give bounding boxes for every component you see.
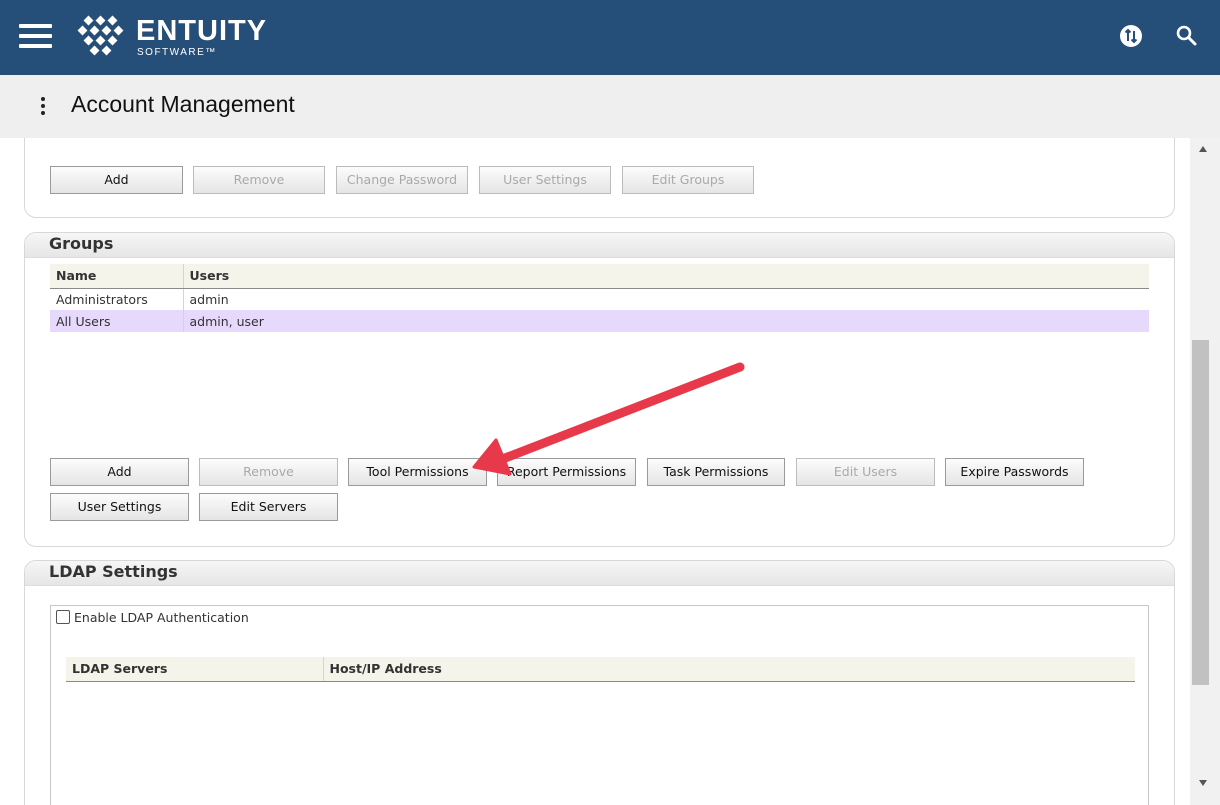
enable-ldap-checkbox[interactable] xyxy=(56,610,70,624)
group-name: All Users xyxy=(50,310,183,332)
groups-remove-button[interactable]: Remove xyxy=(199,458,338,486)
report-permissions-button[interactable]: Report Permissions xyxy=(497,458,636,486)
ldap-title: LDAP Settings xyxy=(25,561,1174,586)
brand-subtitle: SOFTWARE™ xyxy=(137,47,217,58)
enable-ldap-label: Enable LDAP Authentication xyxy=(74,610,249,625)
vertical-scrollbar[interactable] xyxy=(1190,138,1220,805)
column-header-ldap-servers[interactable]: LDAP Servers xyxy=(66,657,323,682)
column-header-users[interactable]: Users xyxy=(182,264,1149,289)
ldap-servers-table: LDAP Servers Host/IP Address xyxy=(66,657,1135,682)
top-header: ENTUITY SOFTWARE™ xyxy=(0,0,1220,75)
groups-panel: Groups Name Users Administrators admin A… xyxy=(24,232,1175,547)
sync-icon[interactable] xyxy=(1119,24,1143,48)
search-icon[interactable] xyxy=(1175,24,1199,48)
ldap-settings-box: Enable LDAP Authentication LDAP Servers … xyxy=(50,605,1149,805)
group-users: admin, user xyxy=(182,310,1149,332)
expire-passwords-button[interactable]: Expire Passwords xyxy=(945,458,1084,486)
page-title: Account Management xyxy=(71,91,295,117)
groups-add-button[interactable]: Add xyxy=(50,458,189,486)
scroll-up-arrow-icon[interactable] xyxy=(1199,146,1207,152)
ldap-panel: LDAP Settings Enable LDAP Authentication… xyxy=(24,560,1175,805)
tool-permissions-button[interactable]: Tool Permissions xyxy=(348,458,487,486)
scrollbar-thumb[interactable] xyxy=(1192,340,1209,685)
column-header-host-ip[interactable]: Host/IP Address xyxy=(322,657,1135,682)
menu-icon[interactable] xyxy=(19,24,52,48)
groups-table: Name Users Administrators admin All User… xyxy=(50,264,1149,332)
task-permissions-button[interactable]: Task Permissions xyxy=(647,458,785,486)
column-header-name[interactable]: Name xyxy=(50,264,183,289)
page-title-bar: Account Management xyxy=(0,75,1220,138)
brand-name: ENTUITY xyxy=(136,15,268,47)
enable-ldap-row[interactable]: Enable LDAP Authentication xyxy=(56,610,249,625)
users-user-settings-button[interactable]: User Settings xyxy=(479,166,611,194)
entuity-logo-icon xyxy=(77,15,124,56)
group-users: admin xyxy=(182,288,1149,310)
main-content: Add Remove Change Password User Settings… xyxy=(0,138,1190,805)
change-password-button[interactable]: Change Password xyxy=(336,166,468,194)
table-row[interactable]: All Users admin, user xyxy=(50,310,1149,332)
scroll-down-arrow-icon[interactable] xyxy=(1199,780,1207,786)
groups-user-settings-button[interactable]: User Settings xyxy=(50,493,189,521)
edit-groups-button[interactable]: Edit Groups xyxy=(622,166,754,194)
edit-servers-button[interactable]: Edit Servers xyxy=(199,493,338,521)
users-panel: Add Remove Change Password User Settings… xyxy=(24,138,1175,218)
edit-users-button[interactable]: Edit Users xyxy=(796,458,935,486)
users-remove-button[interactable]: Remove xyxy=(193,166,325,194)
table-row[interactable]: Administrators admin xyxy=(50,288,1149,310)
groups-title: Groups xyxy=(25,233,1174,258)
users-add-button[interactable]: Add xyxy=(50,166,183,194)
group-name: Administrators xyxy=(56,291,148,307)
more-options-icon[interactable] xyxy=(36,97,50,117)
